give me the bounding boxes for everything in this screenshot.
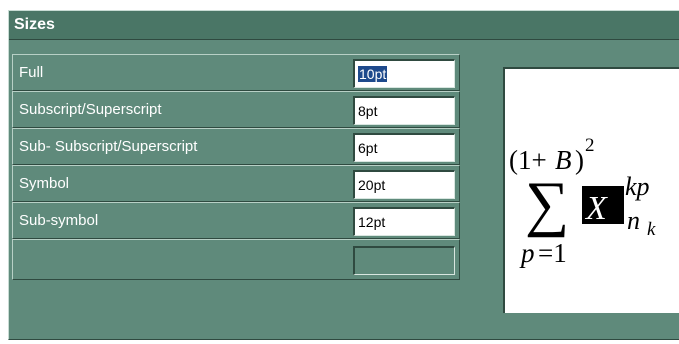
size-row-subsubscript: Sub- Subscript/Superscript 6pt xyxy=(12,128,460,165)
symbol-size-input[interactable]: 20pt xyxy=(353,170,455,199)
subscript-size-input[interactable]: 8pt xyxy=(353,96,455,125)
size-row-subscript: Subscript/Superscript 8pt xyxy=(12,91,460,128)
preview-lower-p: p xyxy=(519,238,535,268)
size-row-symbol: Symbol 20pt xyxy=(12,165,460,202)
panel-header: Sizes xyxy=(9,11,679,40)
equation-preview-canvas: (1+ B ) 2 ∑ X kp n k p =1 xyxy=(509,135,656,268)
subsymbol-size-input[interactable]: 12pt xyxy=(353,207,455,236)
preview-sup-kp: kp xyxy=(625,172,650,201)
preview-var-x: X xyxy=(584,190,608,227)
preview-sub-n: n xyxy=(627,206,640,235)
full-size-input[interactable]: 10pt xyxy=(353,59,455,88)
size-row-empty xyxy=(12,239,460,280)
subsubscript-size-input[interactable]: 6pt xyxy=(353,133,455,162)
size-label-subscript: Subscript/Superscript xyxy=(19,101,162,118)
panel-title: Sizes xyxy=(14,16,55,33)
size-label-subsymbol: Sub-symbol xyxy=(19,212,99,229)
preview-close-paren: ) xyxy=(575,145,584,175)
full-size-value: 10pt xyxy=(358,66,388,82)
size-row-subsymbol: Sub-symbol 12pt xyxy=(12,202,460,239)
size-label-full: Full xyxy=(19,64,44,81)
size-label-symbol: Symbol xyxy=(19,175,70,192)
size-label-subsubscript: Sub- Subscript/Superscript xyxy=(19,138,198,155)
equation-preview: (1+ B ) 2 ∑ X kp n k p =1 xyxy=(503,67,679,313)
empty-size-input[interactable] xyxy=(353,246,455,275)
sum-symbol: ∑ xyxy=(525,170,569,238)
preview-sub-k: k xyxy=(647,219,656,240)
preview-exponent: 2 xyxy=(585,135,595,156)
size-row-full: Full 10pt xyxy=(12,54,460,91)
preview-lower-eq: =1 xyxy=(538,238,567,268)
